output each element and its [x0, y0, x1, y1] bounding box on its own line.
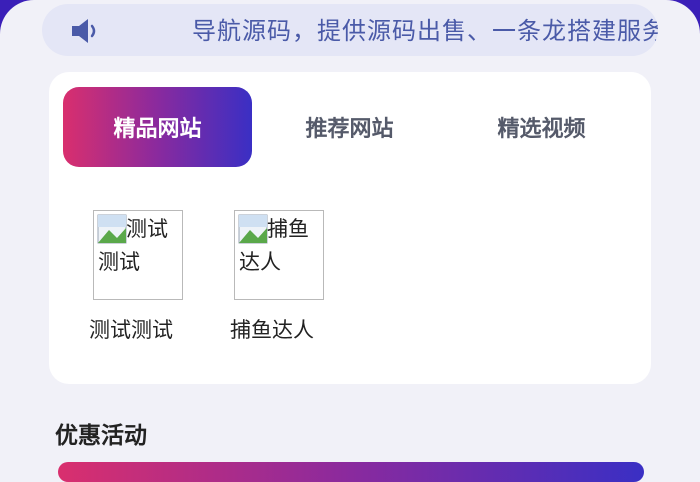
site-thumbnail[interactable]: 测试测试 — [93, 210, 183, 300]
promo-section-title: 优惠活动 — [55, 423, 147, 449]
thumbnail-alt-text: 捕鱼达人 — [239, 217, 309, 274]
content-panel: 导航源码，提供源码出售、一条龙搭建服务 精品网站 推荐网站 精选视频 测试测试 … — [0, 0, 700, 482]
notice-text: 导航源码，提供源码出售、一条龙搭建服务 — [192, 17, 658, 45]
tab-featured-videos[interactable]: 精选视频 — [447, 87, 636, 167]
speaker-icon — [72, 19, 96, 43]
tab-premium-sites[interactable]: 精品网站 — [63, 87, 252, 167]
site-name[interactable]: 测试测试 — [89, 314, 173, 344]
sites-card: 精品网站 推荐网站 精选视频 测试测试 测试测试 捕鱼达人 捕鱼达人 — [49, 72, 651, 384]
thumbnail-alt-text: 测试测试 — [98, 217, 168, 274]
promo-banner[interactable] — [58, 462, 644, 482]
site-name[interactable]: 捕鱼达人 — [230, 314, 314, 344]
tab-recommended-sites[interactable]: 推荐网站 — [255, 87, 444, 167]
site-thumbnail[interactable]: 捕鱼达人 — [234, 210, 324, 300]
notice-bar[interactable]: 导航源码，提供源码出售、一条龙搭建服务 — [42, 4, 658, 56]
